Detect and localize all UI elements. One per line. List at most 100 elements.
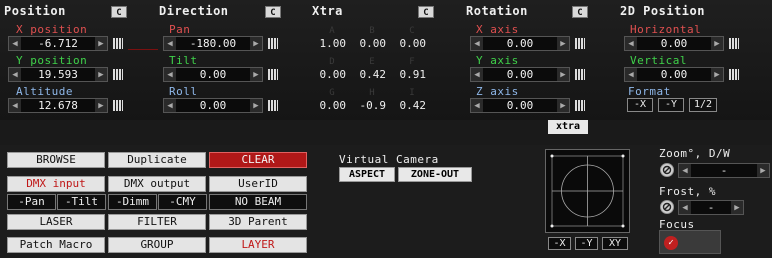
keypad-icon[interactable]: [729, 38, 739, 49]
altitude-field[interactable]: ◀ 12.678 ▶: [8, 98, 108, 113]
frost-value[interactable]: -: [691, 201, 731, 214]
browse-button[interactable]: BROWSE: [7, 152, 105, 168]
increment-icon[interactable]: ▶: [95, 68, 107, 81]
z-axis-value[interactable]: 0.00: [483, 99, 557, 112]
matrix-value[interactable]: 0.42: [354, 68, 387, 81]
focus-control[interactable]: ✓: [659, 230, 721, 254]
matrix-value[interactable]: 0.00: [314, 68, 347, 81]
decrement-icon[interactable]: ◀: [679, 164, 691, 177]
keypad-icon[interactable]: [113, 100, 123, 111]
decrement-icon[interactable]: ◀: [9, 37, 21, 50]
decrement-icon[interactable]: ◀: [471, 37, 483, 50]
increment-icon[interactable]: ▶: [711, 68, 723, 81]
increment-icon[interactable]: ▶: [95, 99, 107, 112]
matrix-value[interactable]: 0.00: [394, 37, 427, 50]
matrix-value[interactable]: -0.9: [354, 99, 387, 112]
userid-button[interactable]: UserID: [209, 176, 307, 192]
keypad-icon[interactable]: [575, 38, 585, 49]
pan-field[interactable]: ◀ -180.00 ▶: [163, 36, 263, 51]
zone-out-button[interactable]: ZONE-OUT: [398, 167, 472, 182]
dmx-output-button[interactable]: DMX output: [108, 176, 206, 192]
increment-icon[interactable]: ▶: [557, 99, 569, 112]
vertical-value[interactable]: 0.00: [637, 68, 711, 81]
zoom-field[interactable]: ◀ - ▶: [678, 163, 770, 178]
layer-button[interactable]: LAYER: [209, 237, 307, 253]
decrement-icon[interactable]: ◀: [9, 68, 21, 81]
horizontal-value[interactable]: 0.00: [637, 37, 711, 50]
canvas-flip-x-button[interactable]: -X: [548, 237, 571, 250]
invert-dimm-button[interactable]: -Dimm: [108, 194, 157, 210]
decrement-icon[interactable]: ◀: [9, 99, 21, 112]
increment-icon[interactable]: ▶: [557, 68, 569, 81]
decrement-icon[interactable]: ◀: [679, 201, 691, 214]
laser-button[interactable]: LASER: [7, 214, 105, 230]
x-position-value[interactable]: -6.712: [21, 37, 95, 50]
check-icon[interactable]: ✓: [664, 236, 678, 250]
increment-icon[interactable]: ▶: [250, 68, 262, 81]
y-position-value[interactable]: 19.593: [21, 68, 95, 81]
matrix-value[interactable]: 1.00: [314, 37, 347, 50]
position-clear-button[interactable]: C: [111, 6, 127, 18]
clear-button[interactable]: CLEAR: [209, 152, 307, 168]
increment-icon[interactable]: ▶: [250, 99, 262, 112]
roll-value[interactable]: 0.00: [176, 99, 250, 112]
decrement-icon[interactable]: ◀: [471, 68, 483, 81]
increment-icon[interactable]: ▶: [557, 37, 569, 50]
matrix-value[interactable]: 0.91: [394, 68, 427, 81]
x-axis-value[interactable]: 0.00: [483, 37, 557, 50]
keypad-icon[interactable]: [268, 100, 278, 111]
matrix-value[interactable]: 0.42: [394, 99, 427, 112]
y-axis-field[interactable]: ◀ 0.00 ▶: [470, 67, 570, 82]
x-position-field[interactable]: ◀ -6.712 ▶: [8, 36, 108, 51]
roll-field[interactable]: ◀ 0.00 ▶: [163, 98, 263, 113]
format-flip-x-button[interactable]: -X: [627, 98, 653, 112]
decrement-icon[interactable]: ◀: [164, 68, 176, 81]
keypad-icon[interactable]: [113, 69, 123, 80]
canvas-xy-button[interactable]: XY: [602, 237, 628, 250]
canvas-flip-y-button[interactable]: -Y: [575, 237, 598, 250]
increment-icon[interactable]: ▶: [711, 37, 723, 50]
dmx-input-button[interactable]: DMX input: [7, 176, 105, 192]
frost-field[interactable]: ◀ - ▶: [678, 200, 744, 215]
duplicate-button[interactable]: Duplicate: [108, 152, 206, 168]
decrement-icon[interactable]: ◀: [625, 68, 637, 81]
tilt-field[interactable]: ◀ 0.00 ▶: [163, 67, 263, 82]
decrement-icon[interactable]: ◀: [625, 37, 637, 50]
altitude-value[interactable]: 12.678: [21, 99, 95, 112]
direction-clear-button[interactable]: C: [265, 6, 281, 18]
y-position-field[interactable]: ◀ 19.593 ▶: [8, 67, 108, 82]
format-flip-y-button[interactable]: -Y: [658, 98, 684, 112]
increment-icon[interactable]: ▶: [731, 201, 743, 214]
zoom-value[interactable]: -: [691, 164, 757, 177]
keypad-icon[interactable]: [268, 38, 278, 49]
aspect-button[interactable]: ASPECT: [339, 167, 395, 182]
invert-pan-button[interactable]: -Pan: [7, 194, 56, 210]
decrement-icon[interactable]: ◀: [471, 99, 483, 112]
patch-macro-button[interactable]: Patch Macro: [7, 237, 105, 253]
disable-icon[interactable]: [660, 200, 674, 214]
x-axis-field[interactable]: ◀ 0.00 ▶: [470, 36, 570, 51]
increment-icon[interactable]: ▶: [757, 164, 769, 177]
xtra-button[interactable]: xtra: [548, 120, 588, 134]
filter-button[interactable]: FILTER: [108, 214, 206, 230]
decrement-icon[interactable]: ◀: [164, 37, 176, 50]
keypad-icon[interactable]: [113, 38, 123, 49]
matrix-value[interactable]: 0.00: [314, 99, 347, 112]
vertical-field[interactable]: ◀ 0.00 ▶: [624, 67, 724, 82]
y-axis-value[interactable]: 0.00: [483, 68, 557, 81]
keypad-icon[interactable]: [575, 69, 585, 80]
disable-icon[interactable]: [660, 163, 674, 177]
decrement-icon[interactable]: ◀: [164, 99, 176, 112]
xtra-clear-button[interactable]: C: [418, 6, 434, 18]
z-axis-field[interactable]: ◀ 0.00 ▶: [470, 98, 570, 113]
matrix-value[interactable]: 0.00: [354, 37, 387, 50]
tilt-value[interactable]: 0.00: [176, 68, 250, 81]
invert-cmy-button[interactable]: -CMY: [158, 194, 207, 210]
no-beam-button[interactable]: NO BEAM: [209, 194, 307, 210]
pan-value[interactable]: -180.00: [176, 37, 250, 50]
horizontal-field[interactable]: ◀ 0.00 ▶: [624, 36, 724, 51]
increment-icon[interactable]: ▶: [250, 37, 262, 50]
increment-icon[interactable]: ▶: [95, 37, 107, 50]
invert-tilt-button[interactable]: -Tilt: [57, 194, 106, 210]
group-button[interactable]: GROUP: [108, 237, 206, 253]
